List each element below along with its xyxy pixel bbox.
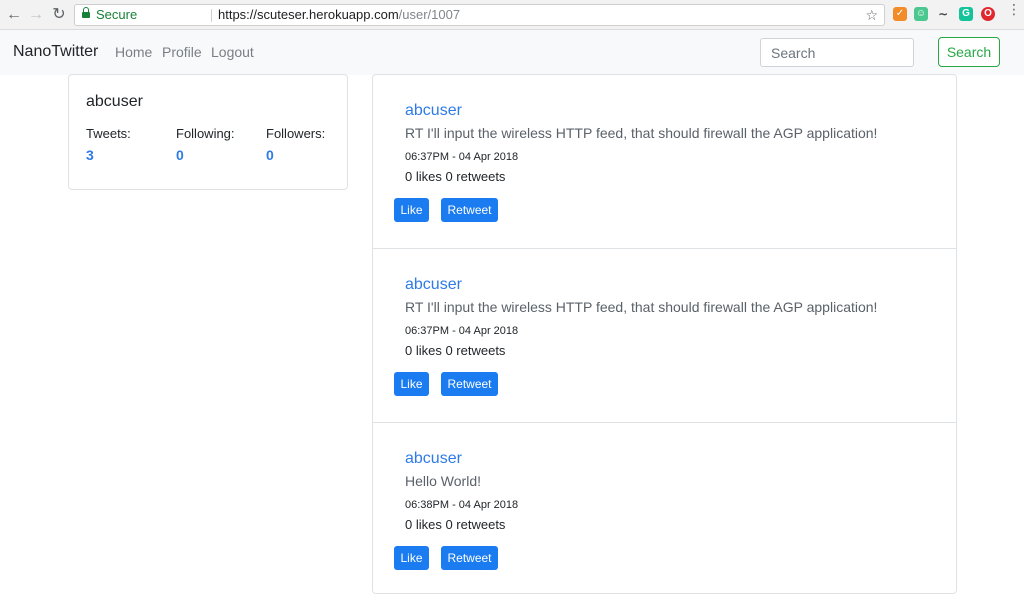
forward-arrow-icon[interactable]: → [26,5,46,25]
back-arrow-icon[interactable]: ← [4,5,24,25]
stat-following-value[interactable]: 0 [176,147,266,163]
url-text[interactable]: https://scuteser.herokuapp.com/user/1007 [218,5,460,25]
stat-following-label: Following: [176,126,235,141]
stat-tweets: Tweets: 3 [86,126,176,163]
url-host: https://scuteser.herokuapp.com [218,7,399,22]
reload-icon[interactable]: ↻ [49,5,69,25]
retweet-button[interactable]: Retweet [441,546,498,570]
url-path: /user/1007 [398,7,461,22]
tweet-timestamp: 06:38PM - 04 Apr 2018 [405,499,519,511]
retweet-button[interactable]: Retweet [441,372,498,396]
like-button[interactable]: Like [394,546,429,570]
stat-following: Following: 0 [176,126,266,163]
like-button[interactable]: Like [394,372,429,396]
tweet-timestamp: 06:37PM - 04 Apr 2018 [405,151,519,163]
tweet-stats: 0 likes 0 retweets [405,169,506,184]
lock-icon [82,7,90,19]
like-button[interactable]: Like [394,198,429,222]
search-button[interactable]: Search [938,37,1000,67]
stat-followers: Followers: 0 [266,126,356,163]
address-bar[interactable]: Secure https://scuteser.herokuapp.com/us… [74,4,885,26]
browser-toolbar: ← → ↻ Secure https://scuteser.herokuapp.… [0,0,1024,30]
stat-tweets-label: Tweets: [86,126,131,141]
extension-orange-icon[interactable]: ✓ [893,7,907,21]
tweet-username[interactable]: abcuser [405,276,462,294]
tweet-stats: 0 likes 0 retweets [405,343,506,358]
nav-link-profile[interactable]: Profile [162,44,202,60]
stat-tweets-value[interactable]: 3 [86,147,176,163]
address-separator [211,9,212,22]
tweet-text: RT I'll input the wireless HTTP feed, th… [405,299,878,315]
tweet-item: abcuser RT I'll input the wireless HTTP … [373,75,956,249]
nav-link-logout[interactable]: Logout [211,44,254,60]
extension-wave-icon[interactable]: ∼ [936,7,950,21]
extension-green-icon[interactable]: ☺ [914,7,928,21]
tweet-stats: 0 likes 0 retweets [405,517,506,532]
profile-card: abcuser Tweets: 3 Following: 0 Followers… [68,74,348,190]
bookmark-star-icon[interactable]: ☆ [865,5,878,25]
stat-followers-value[interactable]: 0 [266,147,356,163]
tweet-timestamp: 06:37PM - 04 Apr 2018 [405,325,519,337]
tweet-username[interactable]: abcuser [405,450,462,468]
grammarly-icon[interactable]: G [959,7,973,21]
browser-menu-icon[interactable]: ⋮ [1007,2,1021,16]
tweet-item: abcuser RT I'll input the wireless HTTP … [373,249,956,423]
stat-followers-label: Followers: [266,126,326,141]
retweet-button[interactable]: Retweet [441,198,498,222]
opera-icon[interactable]: O [981,7,995,21]
nav-link-home[interactable]: Home [115,44,152,60]
tweet-text: Hello World! [405,473,481,489]
brand-logo[interactable]: NanoTwitter [13,43,98,61]
app-navbar: NanoTwitter Home Profile Logout Search [0,30,1024,75]
profile-username: abcuser [86,93,143,110]
search-input[interactable] [760,38,914,67]
secure-label: Secure [96,7,138,22]
tweet-list: abcuser RT I'll input the wireless HTTP … [372,74,957,594]
tweet-text: RT I'll input the wireless HTTP feed, th… [405,125,878,141]
tweet-item: abcuser Hello World! 06:38PM - 04 Apr 20… [373,423,956,593]
tweet-username[interactable]: abcuser [405,102,462,120]
